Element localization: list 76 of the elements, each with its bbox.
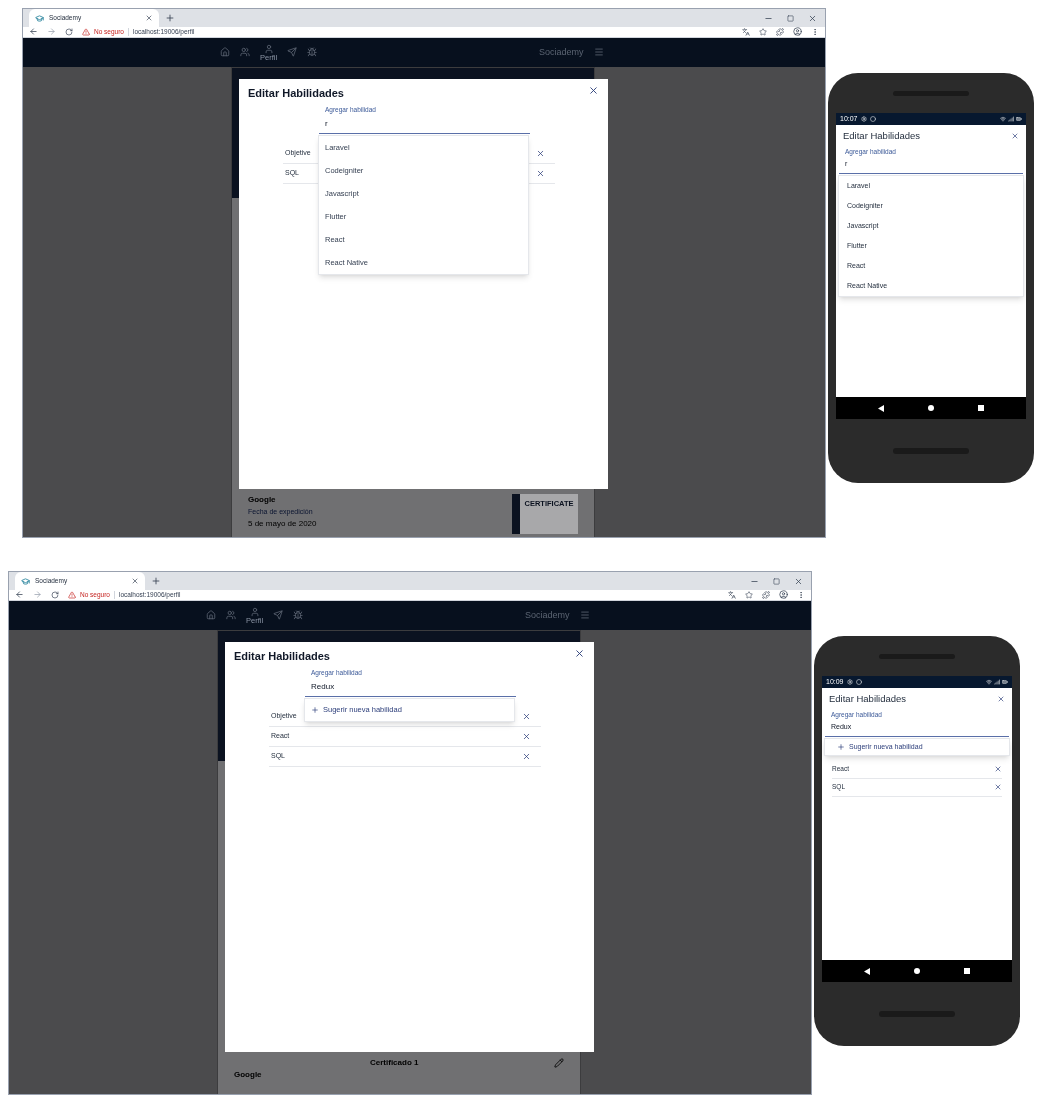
new-tab-icon[interactable]: [165, 13, 175, 23]
translate-icon[interactable]: [742, 27, 750, 36]
app-name: Sociademy: [539, 45, 584, 59]
field-value: Redux: [310, 681, 336, 693]
gear-icon: [846, 679, 853, 685]
issuer: Google: [234, 1068, 262, 1081]
graduation-cap-icon: [21, 576, 30, 586]
close-icon[interactable]: [574, 647, 585, 659]
more-icon[interactable]: [797, 590, 805, 599]
person-icon[interactable]: [249, 606, 260, 617]
translate-icon[interactable]: [728, 590, 736, 599]
remove-icon[interactable]: [994, 765, 1002, 773]
wifi-icon: [986, 679, 992, 685]
signal-icon: [994, 679, 1000, 685]
dialog-title: Editar Habilidades: [248, 85, 344, 101]
close-icon[interactable]: [997, 695, 1005, 704]
signal-icon: [1008, 116, 1014, 122]
close-icon[interactable]: [1011, 132, 1019, 141]
graduation-cap-icon: [35, 13, 44, 23]
new-tab-icon[interactable]: [151, 576, 161, 586]
date: 5 de mayo de 2020: [248, 518, 317, 531]
wifi-icon: [1000, 116, 1006, 122]
card-heading: Certificado 1: [370, 1056, 419, 1069]
issuer: Google: [248, 493, 277, 506]
more-icon[interactable]: [811, 27, 819, 36]
app-name: Sociademy: [525, 608, 570, 622]
dialog-title: Editar Habilidades: [829, 692, 907, 706]
back-triangle-icon[interactable]: [864, 967, 870, 975]
remove-icon[interactable]: [522, 752, 531, 761]
dialog-title: Editar Habilidades: [843, 129, 921, 143]
bug-icon[interactable]: [293, 610, 304, 621]
circle-icon: [869, 116, 876, 122]
close-icon[interactable]: [145, 14, 153, 22]
home-icon[interactable]: [206, 610, 216, 621]
battery-icon: [1002, 679, 1008, 685]
gear-icon: [860, 116, 867, 122]
account-icon[interactable]: [779, 590, 788, 600]
field-value: r: [324, 118, 329, 130]
close-icon[interactable]: [794, 576, 803, 586]
remove-icon[interactable]: [522, 732, 531, 741]
home-circle-icon[interactable]: [928, 405, 934, 411]
puzzle-icon[interactable]: [776, 27, 784, 36]
back-icon[interactable]: [15, 590, 24, 600]
warning-icon: [68, 590, 76, 599]
close-icon[interactable]: [588, 84, 599, 96]
send-icon[interactable]: [273, 610, 284, 621]
maximize-icon[interactable]: [773, 577, 780, 585]
person-icon[interactable]: [263, 43, 274, 54]
remove-icon[interactable]: [536, 149, 545, 158]
home-circle-icon[interactable]: [914, 968, 920, 974]
people-icon[interactable]: [226, 610, 236, 621]
warning-icon: [82, 27, 90, 36]
puzzle-icon[interactable]: [762, 590, 770, 599]
remove-icon[interactable]: [536, 169, 545, 178]
reload-icon[interactable]: [51, 590, 59, 599]
back-icon[interactable]: [29, 27, 38, 37]
bug-icon[interactable]: [307, 47, 318, 58]
back-triangle-icon[interactable]: [878, 404, 884, 412]
pencil-icon[interactable]: [554, 1057, 564, 1068]
reload-icon[interactable]: [65, 27, 73, 36]
battery-icon: [1016, 116, 1022, 122]
account-icon[interactable]: [793, 27, 802, 37]
close-icon[interactable]: [808, 13, 817, 23]
remove-icon[interactable]: [994, 783, 1002, 791]
dialog-title: Editar Habilidades: [234, 648, 330, 664]
maximize-icon[interactable]: [787, 14, 794, 22]
star-icon[interactable]: [759, 27, 767, 36]
plus-icon: [837, 743, 845, 751]
send-icon[interactable]: [287, 47, 298, 58]
star-icon[interactable]: [745, 590, 753, 599]
circle-icon: [855, 679, 862, 685]
home-icon[interactable]: [220, 47, 230, 58]
plus-icon: [311, 705, 319, 714]
people-icon[interactable]: [240, 47, 250, 58]
remove-icon[interactable]: [522, 712, 531, 721]
close-icon[interactable]: [131, 577, 139, 585]
